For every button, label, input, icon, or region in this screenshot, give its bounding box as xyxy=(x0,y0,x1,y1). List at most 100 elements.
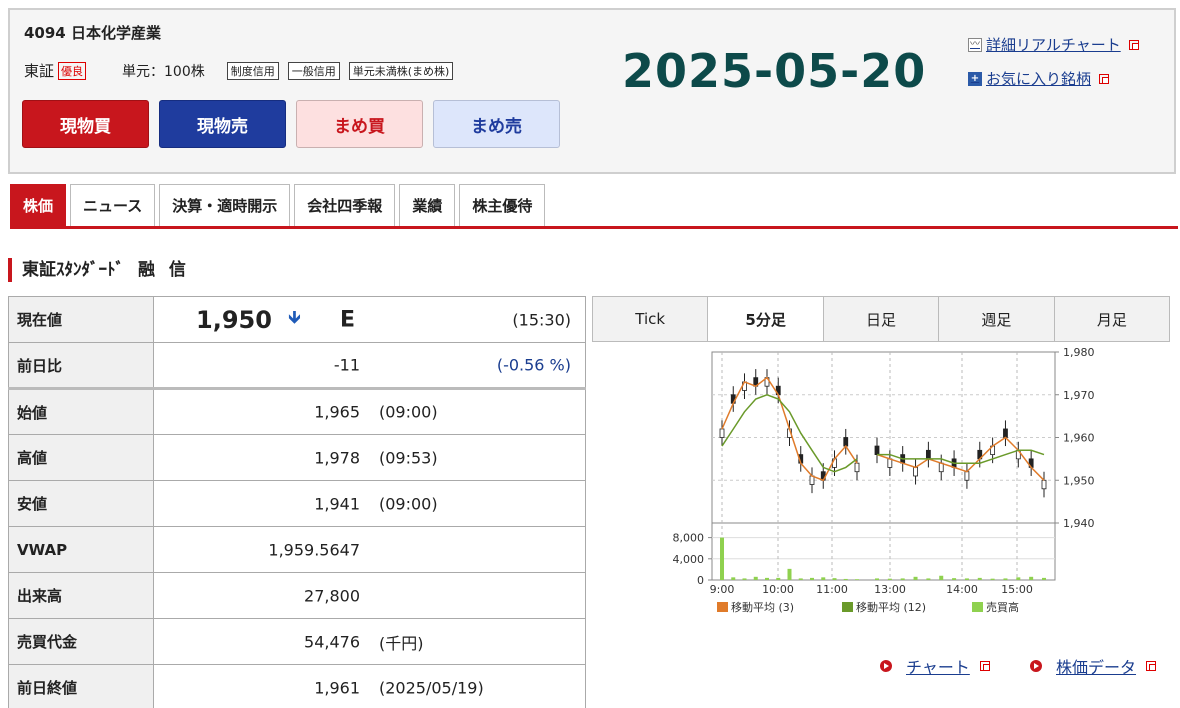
time-tick-label: 14:00 xyxy=(946,583,978,596)
volume-bar xyxy=(926,578,931,580)
tab-5min[interactable]: 5分足 xyxy=(708,297,824,341)
candle-body xyxy=(874,445,880,456)
volume-bar xyxy=(913,576,918,580)
volume-bar xyxy=(765,577,769,580)
volume-bar xyxy=(990,578,995,580)
table-row: VWAP 1,959.5647 xyxy=(8,526,586,573)
chart-link[interactable]: チャート xyxy=(880,654,990,678)
row-value-cell: 1,959.5647 xyxy=(153,526,586,573)
volume-bar xyxy=(832,578,837,580)
tab-stock-price[interactable]: 株価 xyxy=(10,184,67,226)
section-title: 東証ｽﾀﾝﾀﾞｰﾄﾞ 融 信 xyxy=(8,258,190,282)
tag-ippan-shinyo: 一般信用 xyxy=(287,61,340,80)
candle-body xyxy=(854,462,860,473)
tab-monthly[interactable]: 月足 xyxy=(1054,297,1170,341)
volume-bar xyxy=(810,577,814,580)
realtime-chart-link[interactable]: 〰 詳細リアルチャート xyxy=(968,34,1139,55)
row-value-cell: 54,476 (千円) xyxy=(153,618,586,665)
price-tick-label: 1,950 xyxy=(1063,474,1095,487)
tab-tick[interactable]: Tick xyxy=(593,297,709,341)
row-sub: (09:00) xyxy=(379,494,438,513)
spot-sell-button[interactable]: 現物売 xyxy=(159,100,286,148)
current-price-cell: 1,950 🡻 E (15:30) xyxy=(153,296,586,343)
volume-bar xyxy=(875,578,879,580)
time-tick-label: 15:00 xyxy=(1001,583,1033,596)
legend-label: 移動平均 (3) xyxy=(731,600,794,614)
change-percent: (-0.56 %) xyxy=(496,355,571,375)
time-tick-label: 11:00 xyxy=(816,583,848,596)
external-window-icon xyxy=(1146,661,1157,671)
volume-bar xyxy=(1016,577,1021,580)
play-icon xyxy=(1030,660,1042,672)
tab-weekly[interactable]: 週足 xyxy=(939,297,1055,341)
candle-body xyxy=(843,437,849,447)
volume-bar xyxy=(821,577,826,580)
candle-body xyxy=(1003,428,1008,438)
trade-buttons: 現物買 現物売 まめ買 まめ売 xyxy=(22,100,560,148)
spot-buy-button[interactable]: 現物買 xyxy=(22,100,149,148)
down-arrow-icon: 🡻 xyxy=(288,306,301,328)
price-tick-label: 1,970 xyxy=(1063,389,1095,402)
row-value-cell: 1,941 (09:00) xyxy=(153,480,586,527)
time-tick-label: 10:00 xyxy=(762,583,794,596)
section-market: 東証ｽﾀﾝﾀﾞｰﾄﾞ xyxy=(22,260,124,280)
volume-bar xyxy=(720,537,724,580)
price-data-link[interactable]: 株価データ xyxy=(1030,654,1157,678)
mame-buy-button[interactable]: まめ買 xyxy=(296,100,423,148)
tab-daily[interactable]: 日足 xyxy=(823,297,940,341)
plot-frame xyxy=(711,351,1056,581)
favorite-link[interactable]: + お気に入り銘柄 xyxy=(968,68,1110,89)
play-icon xyxy=(880,660,892,672)
volume-bar xyxy=(952,578,957,580)
table-row: 高値 1,978 (09:53) xyxy=(8,434,586,481)
row-label: 安値 xyxy=(8,480,154,527)
table-row: 現在値 1,950 🡻 E (15:30) xyxy=(8,296,586,343)
mame-sell-button[interactable]: まめ売 xyxy=(433,100,560,148)
row-value: 1,965 xyxy=(314,402,360,422)
volume-bar xyxy=(887,578,892,580)
row-label: 高値 xyxy=(8,434,154,481)
tab-shareholder-benefit[interactable]: 株主優待 xyxy=(459,184,546,226)
volume-bar xyxy=(843,578,848,580)
volume-bar xyxy=(855,579,859,580)
date-overlay: 2025-05-20 xyxy=(622,44,927,98)
market-name: 東証 xyxy=(24,62,55,80)
chart-period-tabs: Tick 5分足 日足 週足 月足 xyxy=(592,296,1170,342)
market-badge: 優良 xyxy=(58,61,87,80)
tab-performance[interactable]: 業績 xyxy=(399,184,456,226)
plus-icon: + xyxy=(968,71,982,86)
row-sub: (09:53) xyxy=(379,448,438,467)
volume-bar xyxy=(1042,577,1046,580)
quote-table: 現在値 1,950 🡻 E (15:30) 前日比 -11 (-0.56 %) … xyxy=(8,296,586,708)
volume-tick-label: 0 xyxy=(697,574,704,587)
intraday-chart: 1,980 1,970 1,960 1,950 1,940 8,000 4,000 0 9:00… xyxy=(673,346,1095,614)
market-row: 東証 優良 単元：100株 制度信用 一般信用 単元未満株(まめ株) xyxy=(24,60,462,81)
table-row: 前日終値 1,961 (2025/05/19) xyxy=(8,664,586,708)
legend-swatch xyxy=(842,602,853,612)
row-sub: (千円) xyxy=(379,633,424,653)
current-time: (15:30) xyxy=(512,310,571,329)
volume-tick-label: 4,000 xyxy=(673,553,705,566)
table-row: 出来高 27,800 xyxy=(8,572,586,619)
legend-swatch xyxy=(717,602,728,612)
favorite-label: お気に入り銘柄 xyxy=(986,70,1092,88)
tag-seido-shinyo: 制度信用 xyxy=(226,61,279,80)
row-label: 出来高 xyxy=(8,572,154,619)
tab-shikiho[interactable]: 会社四季報 xyxy=(294,184,396,226)
chart-link-label: チャート xyxy=(906,658,970,677)
tab-disclosure[interactable]: 決算・適時開示 xyxy=(159,184,291,226)
row-value: 1,961 xyxy=(314,678,360,697)
price-tick-label: 1,980 xyxy=(1063,346,1095,359)
row-label: 始値 xyxy=(8,388,154,435)
row-value-cell: 1,961 (2025/05/19) xyxy=(153,664,586,708)
volume-bar xyxy=(753,576,758,580)
external-window-icon xyxy=(1128,39,1139,50)
table-row: 売買代金 54,476 (千円) xyxy=(8,618,586,665)
tab-news[interactable]: ニュース xyxy=(70,184,156,226)
row-value: 1,941 xyxy=(314,494,360,513)
tab-underline xyxy=(10,226,1178,229)
row-value-cell: 27,800 xyxy=(153,572,586,619)
section-margin: 融 信 xyxy=(138,260,190,280)
realtime-chart-label: 詳細リアルチャート xyxy=(986,36,1121,54)
trade-unit: 単元：100株 xyxy=(122,63,205,80)
